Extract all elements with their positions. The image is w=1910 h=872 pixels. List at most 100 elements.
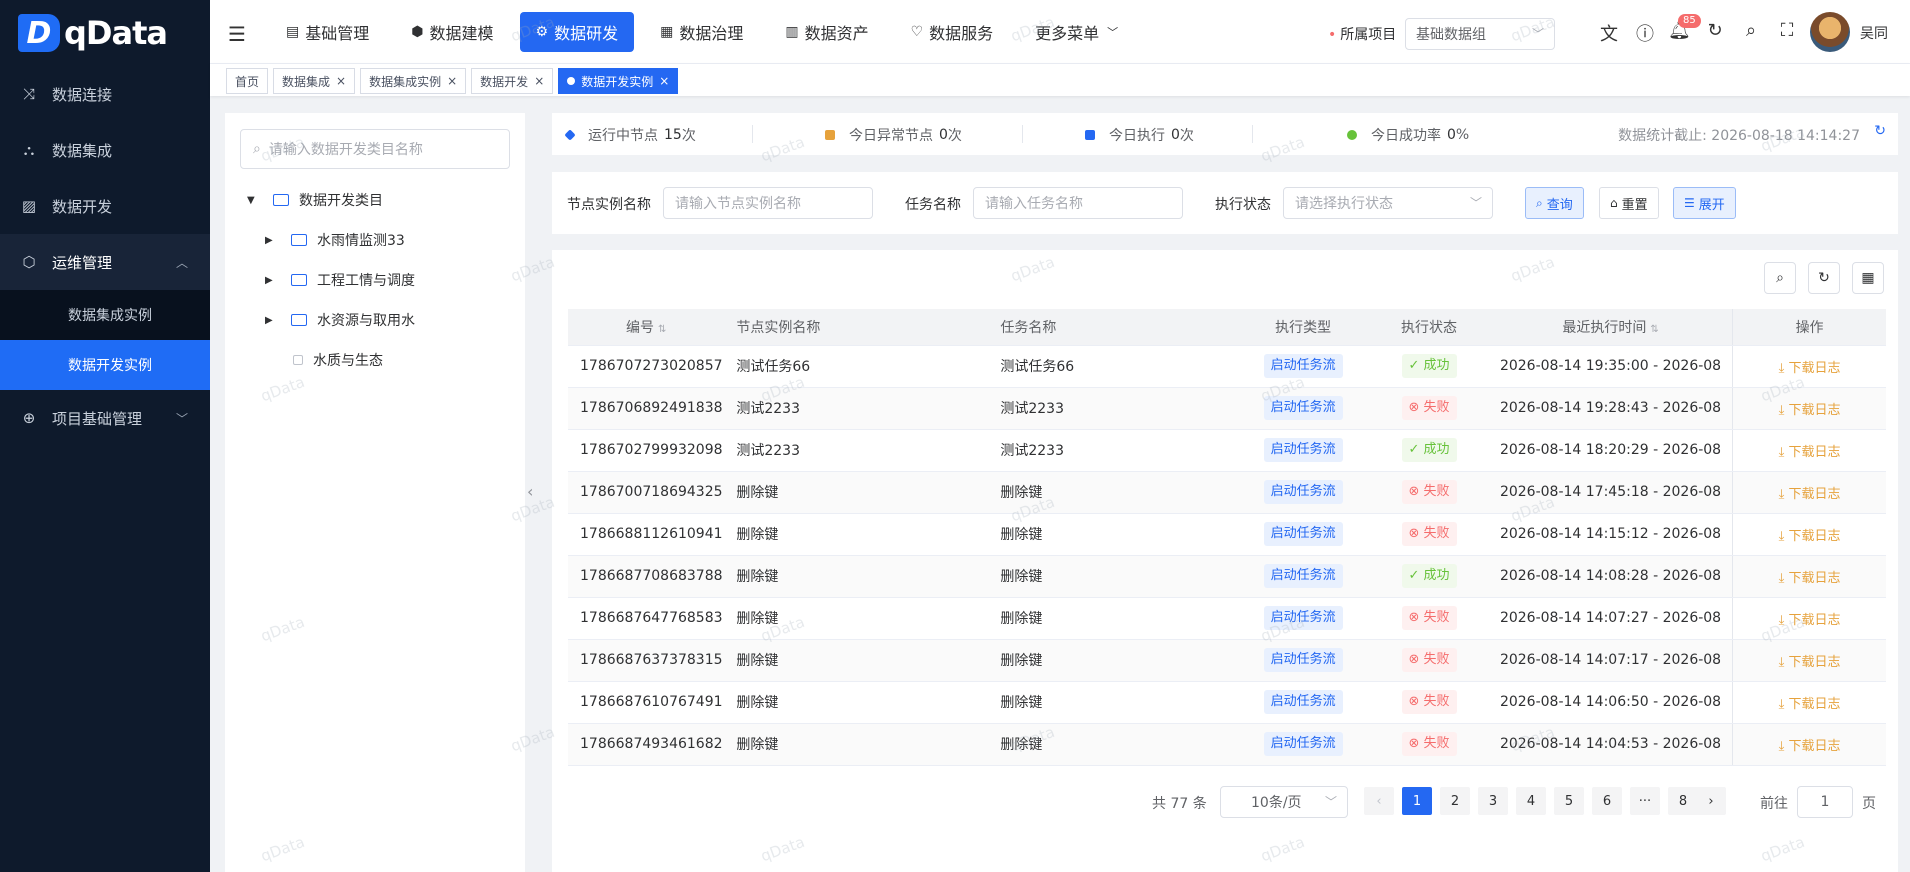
sidebar-subitem-integration-instance[interactable]: 数据集成实例 [0, 290, 210, 340]
avatar[interactable] [1810, 12, 1850, 52]
exec-type-tag: 启动任务流 [1263, 354, 1343, 378]
username[interactable]: 吴同 [1860, 23, 1888, 43]
tab-integration-instance[interactable]: 数据集成实例 × [360, 68, 467, 94]
nav-label: 数据服务 [929, 24, 994, 43]
table-row[interactable]: 1786687610767491 删除键 删除键 启动任务流 ⊗ 失败 2026-08-1… [568, 681, 1886, 724]
expand-button[interactable]: ☰ 展开 [1673, 187, 1736, 219]
table-row[interactable]: 1786707273020857 测试任务66 测试任务66 启动任务流 ✓ 成功 202… [568, 345, 1886, 388]
close-icon[interactable]: × [534, 74, 544, 88]
logo[interactable]: D qData [0, 0, 210, 66]
tab-home[interactable]: 首页 [226, 68, 269, 94]
close-icon[interactable]: × [447, 74, 457, 88]
tree-node-root[interactable]: ▼ 数据开发类目 [247, 190, 383, 210]
col-id[interactable]: 编号 ⇅ [568, 309, 725, 346]
refresh-icon[interactable]: ↻ [1874, 123, 1886, 139]
table-row[interactable]: 1786687637378315 删除键 删除键 启动任务流 ⊗ 失败 2026-08-1… [568, 639, 1886, 682]
sidebar-subitem-dev-instance[interactable]: 数据开发实例 [0, 340, 210, 390]
tree-search-input[interactable]: ⌕ 请输入数据开发类目名称 [240, 129, 510, 169]
grid-icon: ▦ [1861, 270, 1875, 286]
page-ellipsis[interactable]: ··· [1630, 787, 1660, 815]
tree-node[interactable]: 水质与生态 [293, 350, 383, 370]
status-badge: ⊗ 失败 [1401, 606, 1457, 630]
status-label: 失败 [1423, 694, 1450, 709]
columns-button[interactable]: ▦ [1852, 262, 1884, 294]
download-log-link[interactable]: ⤓ 下载日志 [1779, 487, 1841, 502]
nav-data-governance[interactable]: ▦ 数据治理 [644, 12, 759, 52]
download-log-link[interactable]: ⤓ 下载日志 [1779, 529, 1841, 544]
collapse-panel-icon[interactable]: ‹ [527, 482, 533, 501]
translate-icon[interactable]: 文 [1598, 20, 1620, 46]
sort-icon[interactable]: ⇅ [658, 324, 666, 335]
node-name-input[interactable]: 请输入节点实例名称 [663, 187, 873, 219]
close-icon[interactable]: × [336, 74, 346, 88]
next-page-button[interactable]: › [1696, 787, 1726, 815]
download-log-link[interactable]: ⤓ 下载日志 [1779, 613, 1841, 628]
page-button[interactable]: 8 [1668, 787, 1698, 815]
page-button[interactable]: 5 [1554, 787, 1584, 815]
sort-icon[interactable]: ⇅ [1650, 324, 1658, 335]
help-icon[interactable]: ⓘ [1634, 20, 1656, 46]
goto-page-input[interactable]: 1 [1797, 786, 1853, 818]
tab-data-integration[interactable]: 数据集成 × [273, 68, 356, 94]
table-row[interactable]: 1786688112610941 删除键 删除键 启动任务流 ⊗ 失败 2026-08-1… [568, 513, 1886, 556]
tab-dev-instance[interactable]: 数据开发实例 × [558, 68, 679, 94]
col-last-exec-time[interactable]: 最近执行时间 ⇅ [1488, 309, 1733, 346]
page-button[interactable]: 6 [1592, 787, 1622, 815]
page-size-select[interactable]: 10条/页 ﹀ [1220, 786, 1348, 818]
table-row[interactable]: 1786687647768583 删除键 删除键 启动任务流 ⊗ 失败 2026-08-1… [568, 597, 1886, 640]
logo-text: qData [64, 14, 168, 52]
sidebar-item-data-integration[interactable]: ⛬ 数据集成 [0, 122, 210, 178]
close-icon[interactable]: × [659, 74, 669, 88]
exec-type-tag: 启动任务流 [1263, 522, 1343, 546]
query-button[interactable]: ⌕ 查询 [1525, 187, 1584, 219]
project-select[interactable]: 基础数据组 ﹀ [1405, 18, 1555, 50]
prev-page-button[interactable]: ‹ [1364, 787, 1394, 815]
download-log-link[interactable]: ⤓ 下载日志 [1779, 571, 1841, 586]
tree-node[interactable]: ▶ 水雨情监测33 [265, 230, 405, 250]
table-row[interactable]: 1786706892491838 测试2233 测试2233 启动任务流 ⊗ 失败 202… [568, 387, 1886, 430]
search-icon[interactable]: ⌕ [1740, 20, 1762, 41]
download-log-link[interactable]: ⤓ 下载日志 [1779, 739, 1841, 754]
download-log-link[interactable]: ⤓ 下载日志 [1779, 445, 1841, 460]
tabs-bar: 首页 数据集成 × 数据集成实例 × 数据开发 × 数据开发实例 × [210, 64, 1910, 96]
page-button[interactable]: 1 [1402, 787, 1432, 815]
page-button[interactable]: 2 [1440, 787, 1470, 815]
exec-status-select[interactable]: 请选择执行状态 ﹀ [1283, 187, 1493, 219]
stat-value: 0 [1447, 127, 1456, 143]
tree-node[interactable]: ▶ 工程工情与调度 [265, 270, 415, 290]
download-log-link[interactable]: ⤓ 下载日志 [1779, 697, 1841, 712]
pagination-total: 共 77 条 [1152, 796, 1207, 812]
tree-node[interactable]: ▶ 水资源与取用水 [265, 310, 415, 330]
fullscreen-icon[interactable]: ⛶ [1776, 20, 1798, 41]
sidebar-item-data-connection[interactable]: ⤨ 数据连接 [0, 66, 210, 122]
nav-data-modeling[interactable]: ⬢ 数据建模 [395, 12, 509, 52]
page-button[interactable]: 4 [1516, 787, 1546, 815]
nav-data-dev[interactable]: ⚙ 数据研发 [519, 12, 635, 52]
tab-data-dev[interactable]: 数据开发 × [471, 68, 554, 94]
task-name-input[interactable]: 请输入任务名称 [973, 187, 1183, 219]
sidebar-item-data-dev[interactable]: ▨ 数据开发 [0, 178, 210, 234]
stats-updated-value: 2026-08-18 14:14:27 [1711, 128, 1860, 144]
cell-id: 1786702799932098 [568, 429, 725, 472]
table-row[interactable]: 1786687493461682 删除键 删除键 启动任务流 ⊗ 失败 2026-08-1… [568, 723, 1886, 766]
search-toggle-button[interactable]: ⌕ [1764, 262, 1796, 294]
table-row[interactable]: 1786702799932098 测试2233 测试2233 启动任务流 ✓ 成功 202… [568, 429, 1886, 472]
table-row[interactable]: 1786700718694325 删除键 删除键 启动任务流 ⊗ 失败 2026-08-1… [568, 471, 1886, 514]
download-log-link[interactable]: ⤓ 下载日志 [1779, 655, 1841, 670]
cell-actions: ⤓ 下载日志 [1732, 597, 1886, 640]
page-button[interactable]: 3 [1478, 787, 1508, 815]
nav-basic-mgmt[interactable]: ▤ 基础管理 [270, 12, 385, 52]
nav-data-assets[interactable]: ▥ 数据资产 [769, 12, 884, 52]
nav-more-menu[interactable]: 更多菜单 ﹀ [1019, 12, 1140, 52]
download-log-link[interactable]: ⤓ 下载日志 [1779, 361, 1841, 376]
download-log-link[interactable]: ⤓ 下载日志 [1779, 403, 1841, 418]
refresh-icon[interactable]: ↻ [1704, 20, 1726, 41]
cell-exec-status: ✓ 成功 [1369, 429, 1489, 472]
reset-button[interactable]: ⌂ 重置 [1599, 187, 1659, 219]
menu-toggle-icon[interactable]: ☰ [228, 22, 246, 46]
nav-data-service[interactable]: ♡ 数据服务 [895, 12, 1010, 52]
table-row[interactable]: 1786687708683788 删除键 删除键 启动任务流 ✓ 成功 2026-08-1… [568, 555, 1886, 598]
sidebar-item-ops[interactable]: ⬡ 运维管理 ︿ [0, 234, 210, 290]
sidebar-item-project-base[interactable]: ⊕ 项目基础管理 ﹀ [0, 390, 210, 446]
refresh-button[interactable]: ↻ [1808, 262, 1840, 294]
